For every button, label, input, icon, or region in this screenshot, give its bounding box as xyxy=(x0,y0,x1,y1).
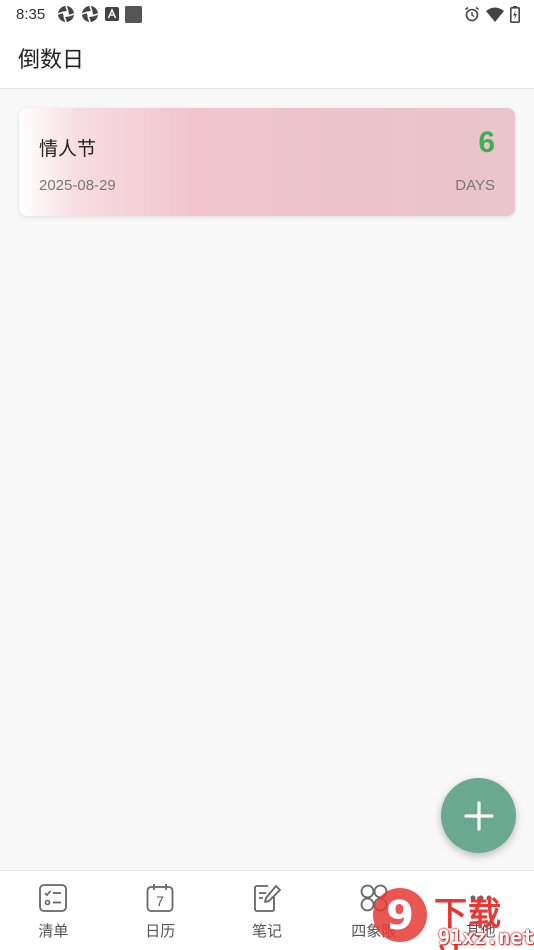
event-title: 情人节 xyxy=(39,138,97,160)
aperture-icon xyxy=(57,5,75,23)
status-time: 8:35 xyxy=(16,5,46,23)
status-notification-icons xyxy=(57,5,143,23)
square-icon xyxy=(125,5,143,23)
font-a-icon xyxy=(105,7,120,21)
watermark-logo-icon: 9 xyxy=(373,888,427,942)
calendar-day-number: 7 xyxy=(156,893,164,909)
status-system-icons xyxy=(464,5,520,23)
add-countdown-button[interactable] xyxy=(441,778,516,853)
status-bar: 8:35 xyxy=(0,0,534,28)
plus-icon xyxy=(463,800,494,831)
event-date: 2025-08-29 xyxy=(39,177,116,194)
alarm-icon xyxy=(465,6,479,22)
nav-label-checklist: 清单 xyxy=(38,922,69,940)
nav-label-notes: 笔记 xyxy=(251,922,282,940)
site-watermark: 9 下载站 91xz.net xyxy=(360,885,534,950)
days-remaining: 6 xyxy=(478,126,495,159)
nav-item-notes[interactable]: 笔记 xyxy=(214,871,321,950)
countdown-card[interactable]: 情人节 2025-08-29 6 DAYS xyxy=(19,108,515,216)
nav-item-checklist[interactable]: 清单 xyxy=(0,871,107,950)
watermark-logo-glyph: 9 xyxy=(386,893,414,939)
checklist-icon xyxy=(39,884,68,912)
days-unit-label: DAYS xyxy=(455,177,495,194)
note-edit-icon xyxy=(254,885,281,912)
nav-item-calendar[interactable]: 7 日历 xyxy=(107,871,214,950)
wifi-icon xyxy=(486,7,504,22)
page-title: 倒数日 xyxy=(18,48,85,73)
aperture-icon xyxy=(81,5,99,23)
app-header: 倒数日 xyxy=(0,28,534,89)
nav-label-calendar: 日历 xyxy=(145,922,176,940)
battery-icon xyxy=(510,5,520,23)
watermark-domain: 91xz.net xyxy=(438,925,534,949)
calendar-icon: 7 xyxy=(146,884,174,912)
